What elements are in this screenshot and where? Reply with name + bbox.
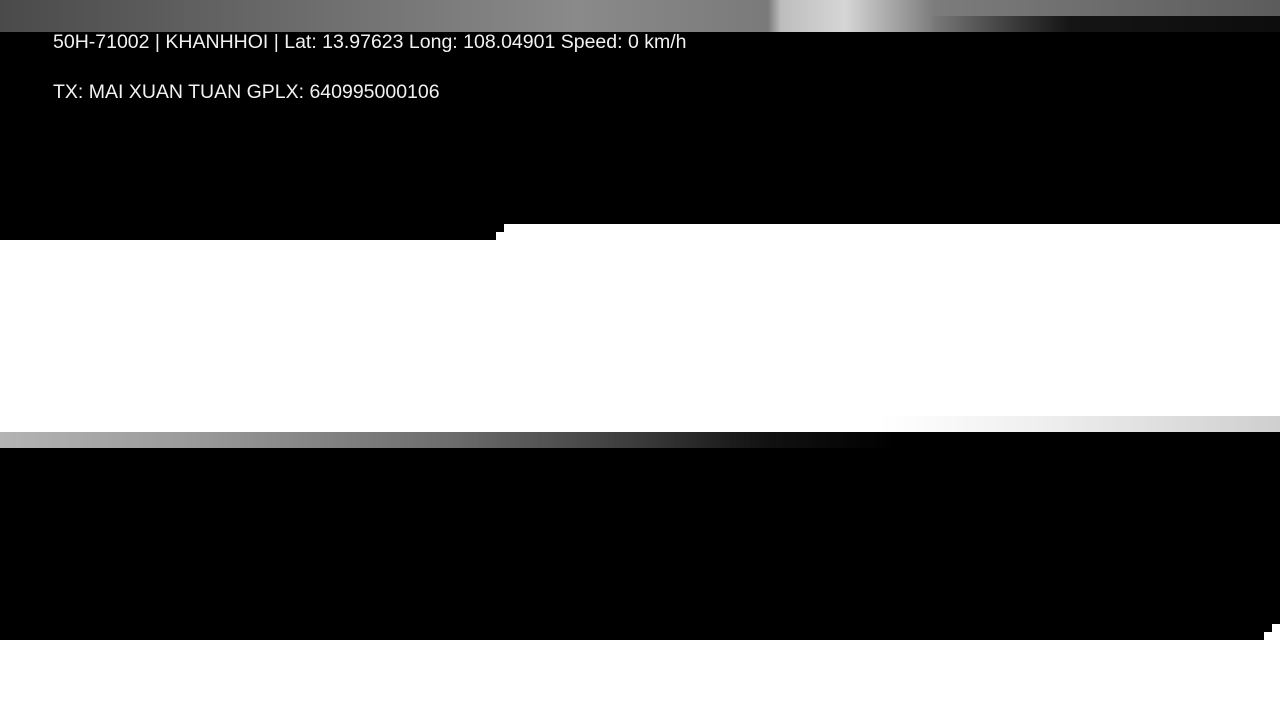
- camera-image-band: [0, 432, 1280, 448]
- corrupted-block-bottom: [0, 448, 1280, 624]
- corrupted-block-bottom-tail: [0, 624, 1272, 632]
- corrupted-block-top-tail: [0, 224, 496, 240]
- camera-image-shadow: [930, 16, 1280, 32]
- corrupted-block-top: [0, 32, 1280, 224]
- camera-frame: 50H-71002 | KHANHHOI | Lat: 13.97623 Lon…: [0, 0, 1280, 720]
- vehicle-info-overlay: 50H-71002 | KHANHHOI | Lat: 13.97623 Lon…: [53, 31, 687, 53]
- corrupted-block-bottom-tail-2: [0, 632, 1264, 640]
- camera-image-strip: [0, 0, 1280, 32]
- camera-image-band-light: [880, 416, 1280, 432]
- corrupted-block-notch: [496, 224, 504, 232]
- driver-info-overlay: TX: MAI XUAN TUAN GPLX: 640995000106: [53, 81, 440, 103]
